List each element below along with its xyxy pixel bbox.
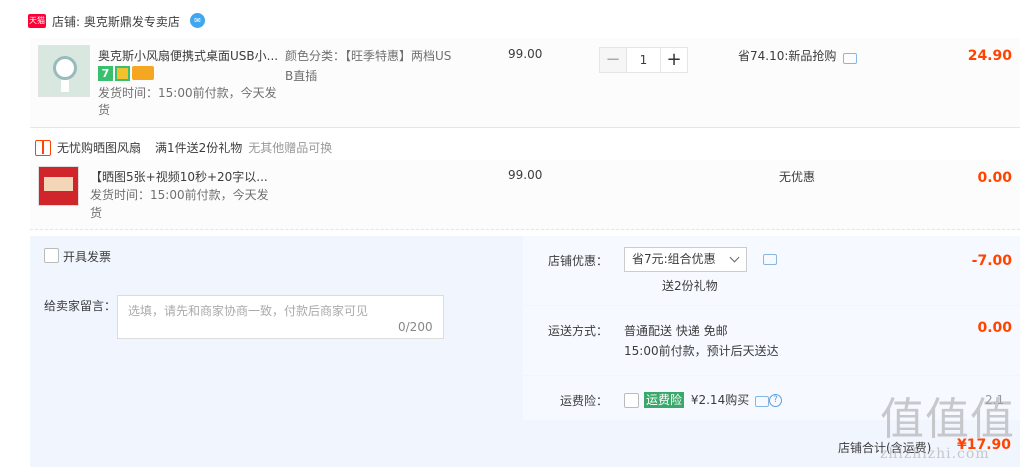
product-title[interactable]: 奥克斯小风扇便携式桌面USB小... xyxy=(98,47,281,64)
shipping-label: 运送方式： xyxy=(548,324,609,338)
gift-note: 无其他赠品可换 xyxy=(248,141,333,155)
ship-time-cont: 货 xyxy=(98,103,111,117)
shop-discount-amount: -7.00 xyxy=(971,253,1012,269)
shipping-amount: 0.00 xyxy=(977,320,1012,336)
comment-icon[interactable] xyxy=(843,53,857,64)
invoice-label[interactable]: 开具发票 xyxy=(63,248,111,265)
service-badges: 7 xyxy=(98,66,154,81)
shop-discount-select[interactable]: 省7元:组合优惠 xyxy=(624,247,747,272)
invoice-checkbox[interactable] xyxy=(44,248,59,263)
message-counter: 0/200 xyxy=(398,320,433,334)
insurance-price: ¥2.14购买 xyxy=(690,393,750,407)
gift-total: 0.00 xyxy=(977,170,1012,186)
gift-unit-price: 99.00 xyxy=(508,168,543,182)
site-watermark-url: zhizhizhi.com xyxy=(880,446,990,462)
tmall-badge: 天猫 xyxy=(28,14,46,28)
insurance-tag: 运费险 xyxy=(644,392,685,408)
gift-row: 无忧购晒图风扇 满1件送2份礼物 无其他赠品可换 xyxy=(35,139,332,156)
credit-card-icon xyxy=(132,66,154,80)
gift-promo: 满1件送2份礼物 xyxy=(155,141,243,155)
seven-day-return-icon: 7 xyxy=(98,66,113,81)
order-confirm-page: 天猫 店铺: 奥克斯鼎发专卖店 ✉ 奥克斯小风扇便携式桌面USB小... 7 发… xyxy=(0,0,1028,467)
insurance-label: 运费险： xyxy=(560,394,609,408)
increase-button[interactable]: + xyxy=(660,47,688,73)
sku-info: 颜色分类：【旺季特惠】两档US B直插 xyxy=(285,49,452,83)
shipping-eta: 15:00前付款，预计后天送达 xyxy=(624,344,779,358)
shop-name[interactable]: 店铺: 奥克斯鼎发专卖店 xyxy=(52,13,180,30)
shipping-method: 普通配送 快递 免邮 xyxy=(624,324,728,338)
shop-discount-sub: 送2份礼物 xyxy=(662,279,718,293)
gift-discount: 无优惠 xyxy=(779,170,816,184)
item-discount: 省74.10:新品抢购 xyxy=(738,49,837,63)
comment-icon[interactable] xyxy=(763,254,777,265)
quantity-stepper: − 1 + xyxy=(599,47,688,73)
gift-ship-time: 发货时间：15:00前付款，今天发 xyxy=(90,188,269,202)
decrease-button[interactable]: − xyxy=(599,47,627,73)
gift-thumbnail[interactable] xyxy=(38,166,79,206)
help-icon[interactable]: ? xyxy=(769,394,782,407)
unit-price: 99.00 xyxy=(508,47,543,61)
gift-icon xyxy=(35,139,51,156)
product-thumbnail[interactable] xyxy=(38,45,90,97)
gift-name: 无忧购晒图风扇 xyxy=(57,141,142,155)
gift-ship-time-cont: 货 xyxy=(90,206,103,220)
quantity-input[interactable]: 1 xyxy=(627,47,660,73)
message-textarea[interactable]: 选填，请先和商家协商一致，付款后商家可见 xyxy=(117,295,444,339)
site-watermark: 值值值 xyxy=(880,394,1015,445)
ship-time: 发货时间：15:00前付款，今天发 xyxy=(98,86,277,100)
message-label: 给卖家留言： xyxy=(44,299,117,313)
insurance-checkbox[interactable] xyxy=(624,393,639,408)
fan-image xyxy=(53,56,77,80)
gift-title[interactable]: 【晒图5张+视频10秒+20字以... xyxy=(90,168,270,185)
chevron-down-icon xyxy=(729,252,740,263)
comment-icon[interactable] xyxy=(755,396,769,407)
wangwang-icon[interactable]: ✉ xyxy=(190,13,205,28)
guarantee-icon xyxy=(115,66,130,81)
shop-discount-label: 店铺优惠： xyxy=(548,254,609,268)
item-total: 24.90 xyxy=(967,48,1012,64)
